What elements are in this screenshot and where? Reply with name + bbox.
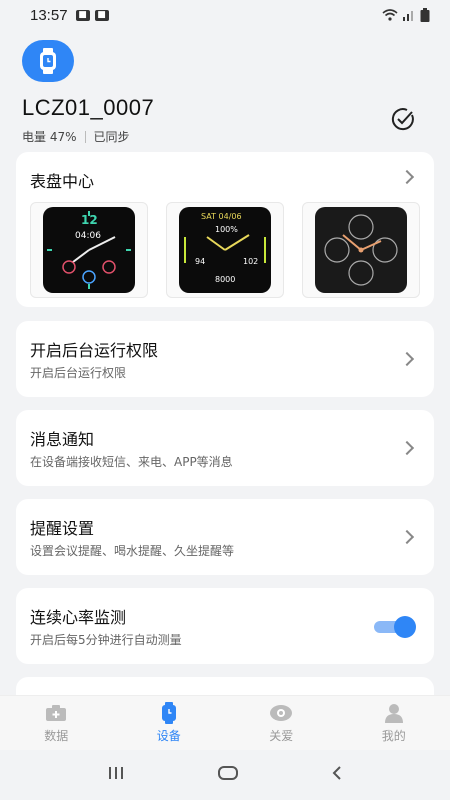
watch-face-screen [315, 207, 407, 293]
wifi-icon [382, 9, 398, 21]
system-nav-bar [0, 750, 450, 800]
watch-face-3[interactable] [302, 202, 420, 298]
watch-face-list: 12 04:06 SAT 04/06 100% 94 102 8000 [30, 202, 420, 298]
notification-icons: ■ ■ [75, 9, 109, 21]
profile-icon [382, 702, 406, 724]
back-icon[interactable] [330, 765, 344, 785]
reminder-settings-card[interactable]: 提醒设置 设置会议提醒、喝水提醒、久坐提醒等 [16, 499, 434, 575]
watch-face-number: 12 [81, 213, 98, 227]
heart-rate-toggle[interactable] [374, 616, 416, 638]
nav-label: 设备 [156, 729, 181, 743]
nav-label: 我的 [381, 729, 406, 743]
nav-item-device[interactable]: 设备 [113, 696, 226, 750]
notification-app-icon: ■ [75, 9, 90, 21]
watch-face-2[interactable]: SAT 04/06 100% 94 102 8000 [166, 202, 284, 298]
card-title: 开启后台运行权限 [30, 341, 159, 360]
device-header: LCZ01_0007 电量 47% 已同步 [22, 40, 432, 150]
nav-item-data[interactable]: 数据 [0, 696, 113, 750]
nav-item-care[interactable]: 关爱 [225, 696, 338, 750]
watch-face-left-value: 94 [195, 257, 206, 266]
watch-face-graphic [324, 214, 398, 286]
background-permission-card[interactable]: 开启后台运行权限 开启后台运行权限 [16, 321, 434, 397]
watch-face-bottom-value: 8000 [215, 275, 236, 284]
sync-check-icon [391, 108, 414, 131]
status-time: 13:57 [30, 6, 68, 24]
home-icon[interactable] [217, 765, 239, 785]
nav-item-profile[interactable]: 我的 [338, 696, 450, 750]
bottom-nav: 数据 设备 关爱 我的 [0, 695, 450, 750]
battery-level: 电量 47% [22, 130, 77, 144]
card-subtitle: 开启后每5分钟进行自动测量 [30, 633, 182, 647]
chevron-right-icon [399, 529, 415, 545]
watch-face-percent: 100% [215, 225, 238, 234]
card-subtitle: 设置会议提醒、喝水提醒、久坐提醒等 [30, 544, 235, 558]
nav-label: 关爱 [269, 729, 294, 743]
data-icon [44, 702, 68, 724]
sync-status: 已同步 [93, 130, 130, 144]
dial-center-card[interactable]: 表盘中心 12 04:06 SAT 04/06 100% 94 102 8000 [16, 152, 434, 307]
battery-icon [420, 8, 430, 22]
chevron-right-icon [399, 351, 415, 367]
device-meta: 电量 47% 已同步 [22, 128, 130, 145]
watch-face-time: 04:06 [75, 231, 101, 241]
recent-apps-icon[interactable] [106, 765, 126, 785]
status-bar: 13:57 ■ ■ [0, 0, 450, 30]
toggle-knob [394, 616, 416, 638]
eye-icon [269, 702, 293, 724]
card-title: 连续心率监测 [30, 608, 127, 627]
card-title: 提醒设置 [30, 519, 95, 538]
watch-icon [157, 702, 181, 724]
chevron-right-icon [399, 440, 415, 456]
device-avatar [22, 40, 74, 82]
watch-face-right-value: 102 [243, 257, 259, 266]
chevron-right-icon [399, 169, 415, 185]
watch-face-screen: SAT 04/06 100% 94 102 8000 [179, 207, 271, 293]
card-subtitle: 开启后台运行权限 [30, 366, 127, 380]
dial-center-title: 表盘中心 [30, 172, 95, 191]
watch-face-date: SAT 04/06 [201, 212, 242, 221]
heart-rate-monitor-card: 连续心率监测 开启后每5分钟进行自动测量 [16, 588, 434, 664]
status-indicators [382, 8, 430, 22]
card-title: 消息通知 [30, 430, 95, 449]
message-notification-card[interactable]: 消息通知 在设备端接收短信、来电、APP等消息 [16, 410, 434, 486]
watch-face-screen: 12 04:06 [43, 207, 135, 293]
sync-button[interactable] [390, 106, 416, 132]
watch-face-1[interactable]: 12 04:06 [30, 202, 148, 298]
card-subtitle: 在设备端接收短信、来电、APP等消息 [30, 455, 233, 469]
device-name: LCZ01_0007 [22, 95, 155, 120]
notification-app-icon: ■ [94, 9, 109, 21]
signal-icon [403, 11, 413, 21]
nav-label: 数据 [44, 729, 69, 743]
divider [84, 130, 86, 143]
watch-icon [40, 48, 56, 74]
